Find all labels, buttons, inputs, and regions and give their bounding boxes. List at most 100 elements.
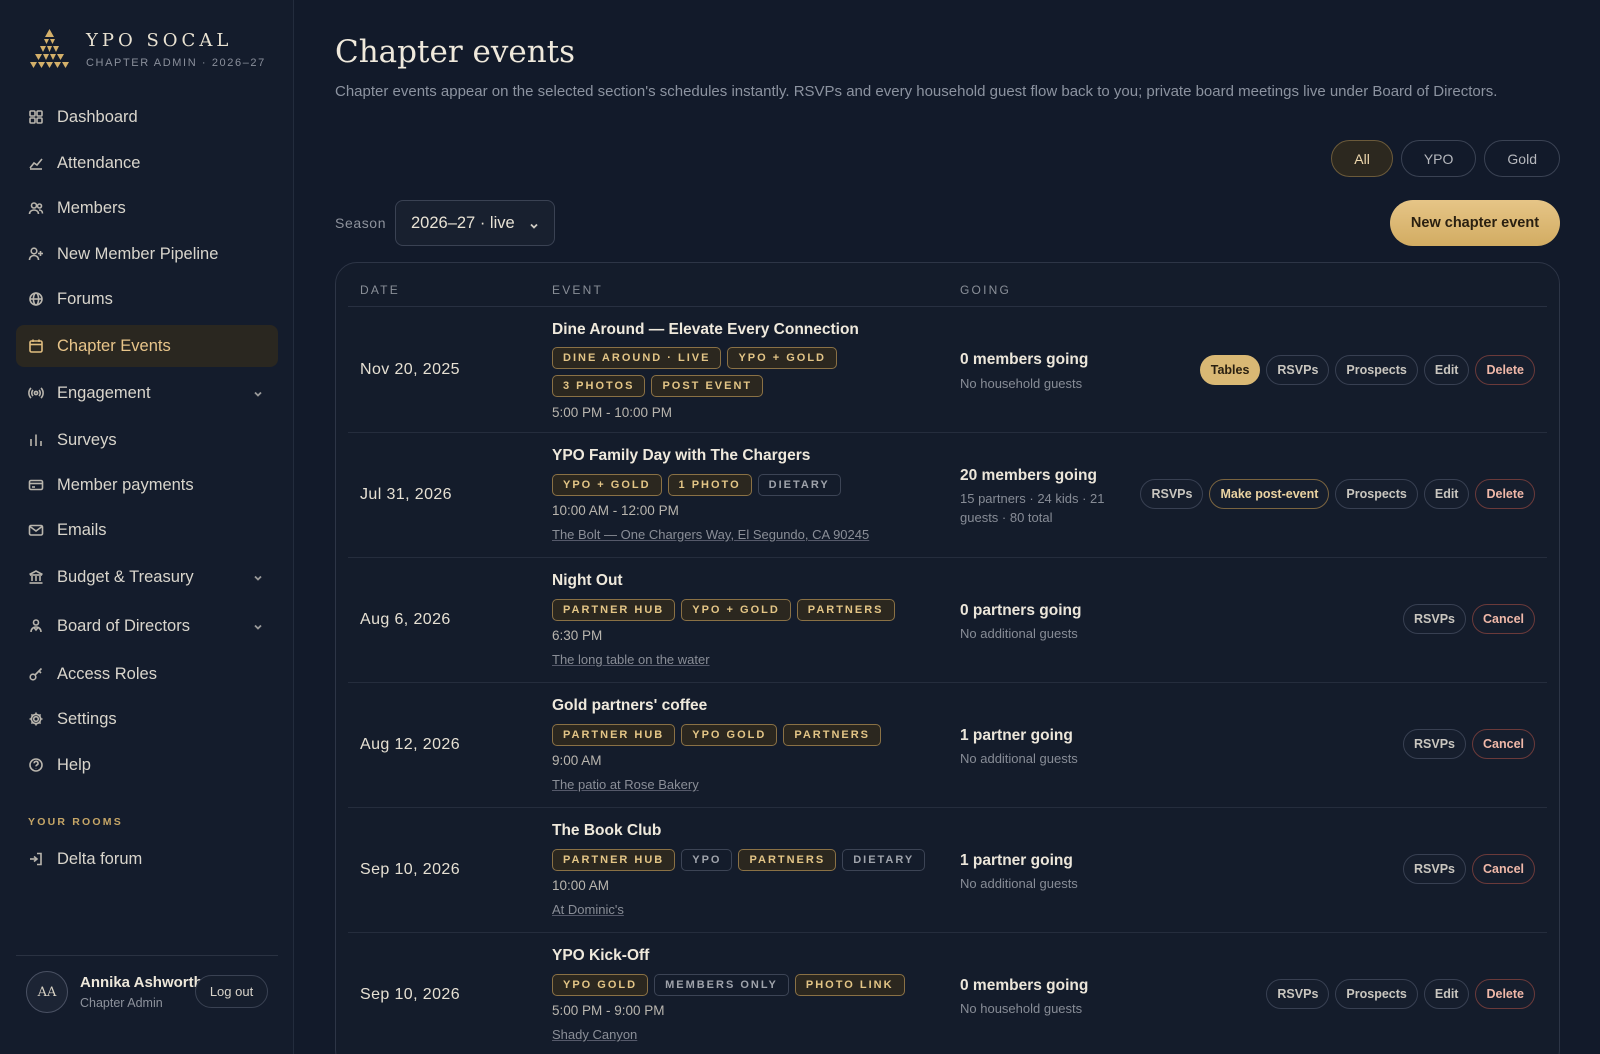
tables-button[interactable]: Tables xyxy=(1199,355,1261,385)
rsvps-button[interactable]: RSVPs xyxy=(1140,479,1204,509)
event-time: 5:00 PM - 10:00 PM xyxy=(552,405,673,420)
sidebar-item-member-payments[interactable]: Member payments xyxy=(16,464,278,506)
avatar[interactable]: AA xyxy=(26,971,68,1013)
event-tag: DIETARY xyxy=(842,849,926,871)
event-date: Sep 10, 2026 xyxy=(360,861,460,878)
event-title[interactable]: Gold partners' coffee xyxy=(552,697,707,715)
event-date: Aug 12, 2026 xyxy=(360,736,460,753)
event-tags: YPO + GOLD 1 PHOTO DIETARY xyxy=(552,474,932,496)
chevron-down-icon xyxy=(252,386,264,398)
event-location[interactable]: The Bolt — One Chargers Way, El Segundo,… xyxy=(552,527,869,542)
event-tag: YPO + GOLD xyxy=(552,474,662,496)
rsvps-button[interactable]: RSVPs xyxy=(1266,979,1330,1009)
season-select[interactable]: 2026–27 · live xyxy=(395,200,555,246)
sidebar-item-help[interactable]: Help xyxy=(16,744,278,786)
sidebar-item-access-roles[interactable]: Access Roles xyxy=(16,653,278,695)
sidebar-item-new-member-pipeline[interactable]: New Member Pipeline xyxy=(16,233,278,275)
edit-button[interactable]: Edit xyxy=(1423,979,1470,1009)
sidebar-item-label: Board of Directors xyxy=(57,616,190,635)
event-location[interactable]: At Dominic's xyxy=(552,902,624,917)
chevron-down-icon xyxy=(252,619,264,631)
brand[interactable]: YPO SOCAL CHAPTER ADMIN · 2026–27 xyxy=(26,28,266,69)
going-detail: No household guests xyxy=(960,376,1083,391)
user-name: Annika Ashworth xyxy=(80,974,203,991)
event-title[interactable]: The Book Club xyxy=(552,822,661,840)
sidebar-item-forums[interactable]: Forums xyxy=(16,278,278,320)
cancel-button[interactable]: Cancel xyxy=(1472,604,1535,634)
edit-button[interactable]: Edit xyxy=(1423,479,1470,509)
rsvps-button[interactable]: RSVPs xyxy=(1403,854,1466,884)
event-title[interactable]: Dine Around — Elevate Every Connection xyxy=(552,321,859,339)
going-count: 0 members going xyxy=(960,351,1089,368)
key-icon xyxy=(28,666,44,682)
rsvps-button[interactable]: RSVPs xyxy=(1403,729,1466,759)
sidebar-item-chapter-events[interactable]: Chapter Events xyxy=(16,325,278,367)
mail-icon xyxy=(28,522,44,538)
table-row: Aug 6, 2026 Night Out PARTNER HUB YPO + GOL… xyxy=(348,558,1547,683)
grid-icon xyxy=(28,109,44,125)
event-time: 5:00 PM - 9:00 PM xyxy=(552,1003,665,1018)
person-badge-icon xyxy=(28,618,44,634)
prospects-button[interactable]: Prospects xyxy=(1335,355,1418,385)
event-title[interactable]: YPO Kick-Off xyxy=(552,947,649,965)
sidebar-item-attendance[interactable]: Attendance xyxy=(16,142,278,184)
prospects-button[interactable]: Prospects xyxy=(1335,479,1418,509)
make-post-event-button[interactable]: Make post-event xyxy=(1209,479,1330,509)
column-header-event: EVENT xyxy=(552,283,604,297)
event-location[interactable]: The long table on the water xyxy=(552,652,710,667)
event-location[interactable]: Shady Canyon xyxy=(552,1027,637,1042)
event-tag: MEMBERS ONLY xyxy=(654,974,789,996)
user-role: Chapter Admin xyxy=(80,996,163,1010)
filter-all[interactable]: All xyxy=(1331,140,1393,177)
sidebar-item-dashboard[interactable]: Dashboard xyxy=(16,96,278,138)
going-count: 1 partner going xyxy=(960,852,1073,869)
trend-icon xyxy=(28,155,44,171)
table-row: Sep 10, 2026 YPO Kick-Off YPO GOLD MEMBERS … xyxy=(348,933,1547,1054)
card-icon xyxy=(28,477,44,493)
sidebar-item-surveys[interactable]: Surveys xyxy=(16,419,278,461)
event-tag: PARTNERS xyxy=(738,849,837,871)
bar-chart-icon xyxy=(28,432,44,448)
ypo-logo-icon xyxy=(30,29,69,68)
column-header-date: DATE xyxy=(360,283,400,297)
sidebar-item-board-of-directors[interactable]: Board of Directors xyxy=(16,605,278,647)
row-actions: RSVPs Cancel xyxy=(1403,854,1535,884)
broadcast-icon xyxy=(28,385,44,401)
cancel-button[interactable]: Cancel xyxy=(1472,854,1535,884)
help-icon xyxy=(28,757,44,773)
users-icon xyxy=(28,200,44,216)
filter-ypo[interactable]: YPO xyxy=(1400,140,1477,177)
sidebar-item-delta-forum[interactable]: Delta forum xyxy=(16,838,278,880)
event-time: 10:00 AM xyxy=(552,878,610,893)
sidebar-item-budget-treasury[interactable]: Budget & Treasury xyxy=(16,556,278,598)
filter-gold[interactable]: Gold xyxy=(1484,140,1560,177)
event-date: Sep 10, 2026 xyxy=(360,986,460,1003)
event-date: Aug 6, 2026 xyxy=(360,611,451,628)
rsvps-button[interactable]: RSVPs xyxy=(1403,604,1466,634)
rsvps-button[interactable]: RSVPs xyxy=(1266,355,1330,385)
new-chapter-event-button[interactable]: New chapter event xyxy=(1390,200,1560,246)
event-title[interactable]: Night Out xyxy=(552,572,623,590)
delete-button[interactable]: Delete xyxy=(1475,355,1535,385)
delete-button[interactable]: Delete xyxy=(1475,479,1535,509)
sidebar-item-engagement[interactable]: Engagement xyxy=(16,372,278,414)
rooms-section-label: YOUR ROOMS xyxy=(28,816,123,828)
logout-button[interactable]: Log out xyxy=(195,975,268,1008)
event-tag: YPO GOLD xyxy=(681,724,778,746)
event-tags: PARTNER HUB YPO PARTNERS DIETARY xyxy=(552,849,932,871)
edit-button[interactable]: Edit xyxy=(1423,355,1470,385)
event-tag: YPO + GOLD xyxy=(681,599,791,621)
event-title[interactable]: YPO Family Day with The Chargers xyxy=(552,447,810,465)
sidebar-item-members[interactable]: Members xyxy=(16,187,278,229)
prospects-button[interactable]: Prospects xyxy=(1335,979,1418,1009)
table-row: Jul 31, 2026 YPO Family Day with The Char… xyxy=(348,433,1547,558)
sidebar-item-label: Members xyxy=(57,198,126,217)
sidebar-item-settings[interactable]: Settings xyxy=(16,698,278,740)
gear-icon xyxy=(28,711,44,727)
sidebar-item-label: Access Roles xyxy=(57,664,157,683)
event-location[interactable]: The patio at Rose Bakery xyxy=(552,777,699,792)
event-time: 10:00 AM - 12:00 PM xyxy=(552,503,679,518)
sidebar-item-emails[interactable]: Emails xyxy=(16,509,278,551)
delete-button[interactable]: Delete xyxy=(1475,979,1535,1009)
cancel-button[interactable]: Cancel xyxy=(1472,729,1535,759)
